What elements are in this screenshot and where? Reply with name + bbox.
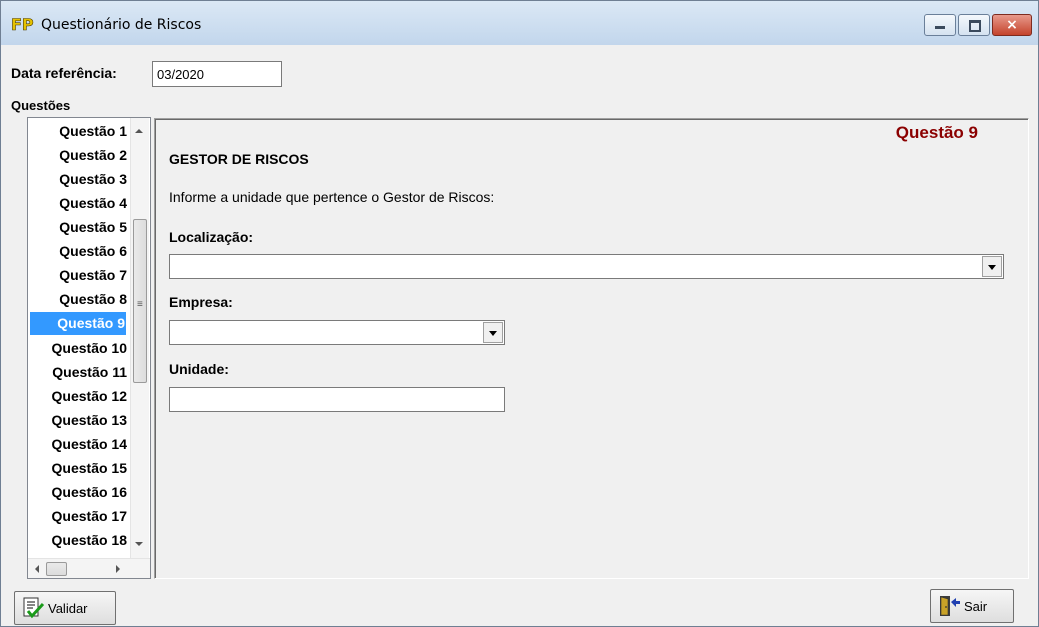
unidade-input[interactable]: [169, 387, 505, 412]
minimize-button[interactable]: [924, 14, 956, 36]
list-item-question-11[interactable]: Questão 11: [28, 361, 128, 384]
questions-list[interactable]: Questão 1 Questão 2 Questão 3 Questão 4 …: [27, 117, 151, 579]
title-bar: FP Questionário de Riscos ×: [1, 1, 1038, 45]
list-item-question-2[interactable]: Questão 2: [28, 144, 128, 167]
question-panel: Questão 9 GESTOR DE RISCOS Informe a uni…: [154, 118, 1029, 579]
chevron-down-icon: [489, 331, 497, 336]
unidade-label: Unidade:: [169, 361, 229, 377]
questions-label: Questões: [11, 98, 71, 113]
section-title: GESTOR DE RISCOS: [169, 151, 309, 167]
scroll-left-icon[interactable]: [35, 565, 39, 573]
reference-date-input[interactable]: [152, 61, 282, 87]
maximize-button[interactable]: [958, 14, 990, 36]
close-button[interactable]: ×: [992, 14, 1032, 36]
list-item-question-16[interactable]: Questão 16: [28, 481, 128, 504]
list-item-question-4[interactable]: Questão 4: [28, 192, 128, 215]
list-item-question-8[interactable]: Questão 8: [28, 288, 128, 311]
list-item-question-3[interactable]: Questão 3: [28, 168, 128, 191]
window-controls: ×: [922, 14, 1032, 36]
sair-button[interactable]: Sair: [930, 589, 1014, 623]
list-item-question-1[interactable]: Questão 1: [28, 120, 128, 143]
questions-vertical-scrollbar[interactable]: ≡: [130, 118, 149, 558]
vertical-scroll-thumb[interactable]: ≡: [133, 219, 147, 383]
list-item-question-12[interactable]: Questão 12: [28, 385, 128, 408]
scroll-grip-icon: ≡: [137, 299, 143, 310]
list-item-question-9-selected[interactable]: Questão 9: [30, 312, 126, 335]
minimize-icon: [935, 26, 945, 29]
question-instruction: Informe a unidade que pertence o Gestor …: [169, 189, 495, 205]
list-item-question-6[interactable]: Questão 6: [28, 240, 128, 263]
list-item-question-15[interactable]: Questão 15: [28, 457, 128, 480]
question-number-title: Questão 9: [895, 123, 978, 142]
questionario-window: FP Questionário de Riscos × Data referên…: [0, 0, 1039, 627]
scroll-right-icon[interactable]: [116, 565, 120, 573]
localizacao-label: Localização:: [169, 229, 254, 245]
list-item-question-18[interactable]: Questão 18: [28, 529, 128, 552]
empresa-dropdown-button[interactable]: [483, 322, 503, 343]
empresa-label: Empresa:: [169, 294, 233, 310]
localizacao-select[interactable]: [169, 254, 1004, 279]
close-icon: ×: [1006, 17, 1018, 33]
list-item-question-5[interactable]: Questão 5: [28, 216, 128, 239]
horizontal-scroll-thumb[interactable]: [46, 562, 67, 576]
empresa-select[interactable]: [169, 320, 505, 345]
scroll-down-icon[interactable]: [135, 542, 143, 546]
maximize-icon: [969, 20, 981, 32]
chevron-down-icon: [988, 265, 996, 270]
reference-date-label: Data referência:: [11, 65, 117, 81]
svg-text:FP: FP: [11, 15, 34, 33]
localizacao-dropdown-button[interactable]: [982, 256, 1002, 277]
sair-label: Sair: [964, 598, 988, 614]
list-item-question-13[interactable]: Questão 13: [28, 409, 128, 432]
exit-door-icon: [940, 596, 960, 616]
list-item-question-14[interactable]: Questão 14: [28, 433, 128, 456]
list-item-question-10[interactable]: Questão 10: [28, 337, 128, 360]
list-item-question-7[interactable]: Questão 7: [28, 264, 128, 287]
validar-button[interactable]: Validar: [14, 591, 116, 625]
scroll-up-icon[interactable]: [135, 129, 143, 133]
list-item-question-17[interactable]: Questão 17: [28, 505, 128, 528]
validar-label: Validar: [48, 600, 88, 616]
validate-checklist-icon: [23, 597, 45, 619]
window-title: Questionário de Riscos: [41, 17, 202, 33]
questions-horizontal-scrollbar[interactable]: [28, 558, 150, 578]
app-logo-icon: FP: [11, 15, 34, 33]
